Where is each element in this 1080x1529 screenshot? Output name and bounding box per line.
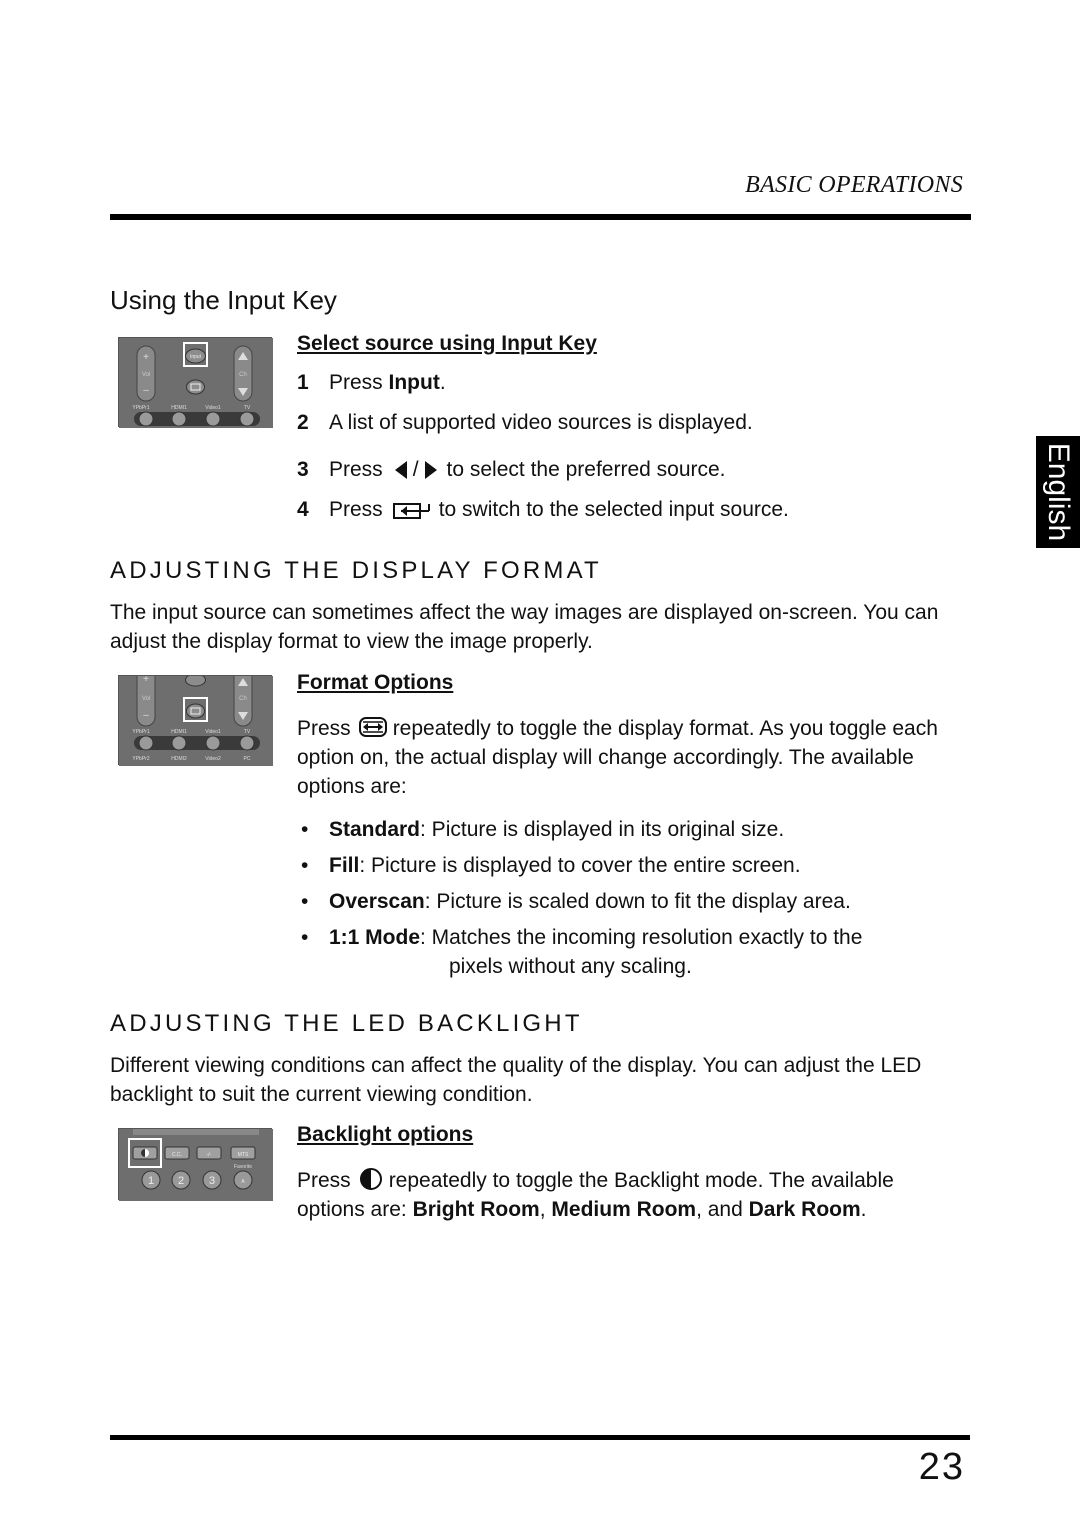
svg-text:2: 2 xyxy=(178,1175,184,1187)
remote-image-backlight: C.C. -/- MTS Favorite 1 2 3 A xyxy=(118,1128,273,1201)
format-options-subheading: Format Options xyxy=(297,671,454,694)
svg-text:Ch: Ch xyxy=(239,372,247,378)
step-text: Press Input. xyxy=(329,371,446,394)
svg-text:C.C.: C.C. xyxy=(172,1152,182,1158)
input-key-title: Using the Input Key xyxy=(110,285,337,315)
backlight-title: ADJUSTING THE LED BACKLIGHT xyxy=(110,1010,583,1037)
svg-text:YPbPr1: YPbPr1 xyxy=(132,405,149,411)
display-format-intro: The input source can sometimes affect th… xyxy=(110,601,939,653)
list-item: • Fill: Picture is displayed to cover the… xyxy=(301,854,801,877)
format-options-desc: Press repeatedly to toggle the display f… xyxy=(297,717,938,798)
page-number: 23 xyxy=(918,1446,965,1488)
language-tab: English xyxy=(1036,436,1080,548)
step-number: 4 xyxy=(297,498,309,521)
enter-icon xyxy=(392,503,430,519)
svg-text:+: + xyxy=(143,676,149,685)
svg-text:YPbPr1: YPbPr1 xyxy=(132,729,149,735)
remote-illustration-input: + Vol – Ch Input YPbPr1 HDMI1 Video1 TV xyxy=(119,338,273,428)
backlight-options-desc: Press repeatedly to toggle the Backlight… xyxy=(297,1168,894,1221)
language-tab-label: English xyxy=(1042,442,1075,542)
footer-rule xyxy=(110,1435,970,1440)
svg-text:Vol: Vol xyxy=(142,372,150,378)
svg-text:1: 1 xyxy=(148,1175,154,1187)
input-key-subheading: Select source using Input Key xyxy=(297,332,597,355)
svg-text:TV: TV xyxy=(244,405,251,411)
remote-image-format: + Vol – Ch YPbPr1 HDMI1 Video1 TV YPbPr2… xyxy=(118,665,273,766)
arrow-right-icon xyxy=(424,461,437,479)
svg-text:-/-: -/- xyxy=(207,1152,212,1158)
step-text-pre: Press xyxy=(329,498,383,521)
backlight-icon xyxy=(359,1168,382,1191)
backlight-options-subheading: Backlight options xyxy=(297,1123,474,1146)
svg-text:HDMI2: HDMI2 xyxy=(171,756,187,762)
list-item: • Standard: Picture is displayed in its o… xyxy=(301,818,785,841)
step-2: 2 A list of supported video sources is d… xyxy=(297,411,753,435)
step-1: 1 Press Input. xyxy=(297,371,446,395)
step-number: 1 xyxy=(297,371,309,394)
svg-text:Video2: Video2 xyxy=(205,756,221,762)
svg-text:Input: Input xyxy=(190,354,202,360)
display-format-title: ADJUSTING THE DISPLAY FORMAT xyxy=(110,557,602,584)
remote-illustration-format: + Vol – Ch YPbPr1 HDMI1 Video1 TV YPbPr2… xyxy=(119,665,273,766)
list-item: • Overscan: Picture is scaled down to fit… xyxy=(301,890,851,913)
step-separator: / xyxy=(412,458,419,481)
backlight-intro: Different viewing conditions can affect … xyxy=(110,1054,922,1106)
svg-text:HDMI1: HDMI1 xyxy=(171,729,187,735)
step-3: 3 Press / to select the preferred source… xyxy=(297,458,726,482)
remote-illustration-backlight: C.C. -/- MTS Favorite 1 2 3 A xyxy=(119,1129,273,1201)
svg-text:+: + xyxy=(143,352,149,363)
format-options-list: • Standard: Picture is displayed in its o… xyxy=(297,815,967,988)
step-text-pre: Press xyxy=(329,458,383,481)
step-text: A list of supported video sources is dis… xyxy=(329,411,753,434)
header-rule xyxy=(110,214,971,220)
list-item: • 1:1 Mode: Matches the incoming resoluti… xyxy=(301,926,863,978)
remote-image-input: + Vol – Ch Input YPbPr1 HDMI1 Video1 TV xyxy=(118,337,273,428)
step-text-post: to switch to the selected input source. xyxy=(438,498,789,521)
section-header: BASIC OPERATIONS xyxy=(745,172,963,198)
svg-text:TV: TV xyxy=(244,729,251,735)
svg-text:Vol: Vol xyxy=(142,696,150,702)
svg-text:Video1: Video1 xyxy=(205,729,221,735)
svg-text:–: – xyxy=(143,710,149,721)
step-4: 4 Press to switch to the selected input … xyxy=(297,498,789,522)
svg-text:MTS: MTS xyxy=(238,1152,249,1158)
step-number: 3 xyxy=(297,458,309,481)
svg-text:YPbPr2: YPbPr2 xyxy=(132,756,149,762)
svg-text:–: – xyxy=(143,385,149,396)
svg-text:HDMI1: HDMI1 xyxy=(171,405,187,411)
display-format-icon xyxy=(358,717,387,738)
svg-text:3: 3 xyxy=(209,1175,215,1187)
svg-text:Video1: Video1 xyxy=(205,405,221,411)
svg-text:Favorite: Favorite xyxy=(234,1164,252,1170)
arrow-left-icon xyxy=(394,461,407,479)
svg-text:PC: PC xyxy=(244,756,251,762)
step-text-post: to select the preferred source. xyxy=(446,458,726,481)
svg-text:Ch: Ch xyxy=(239,696,247,702)
step-number: 2 xyxy=(297,411,309,434)
